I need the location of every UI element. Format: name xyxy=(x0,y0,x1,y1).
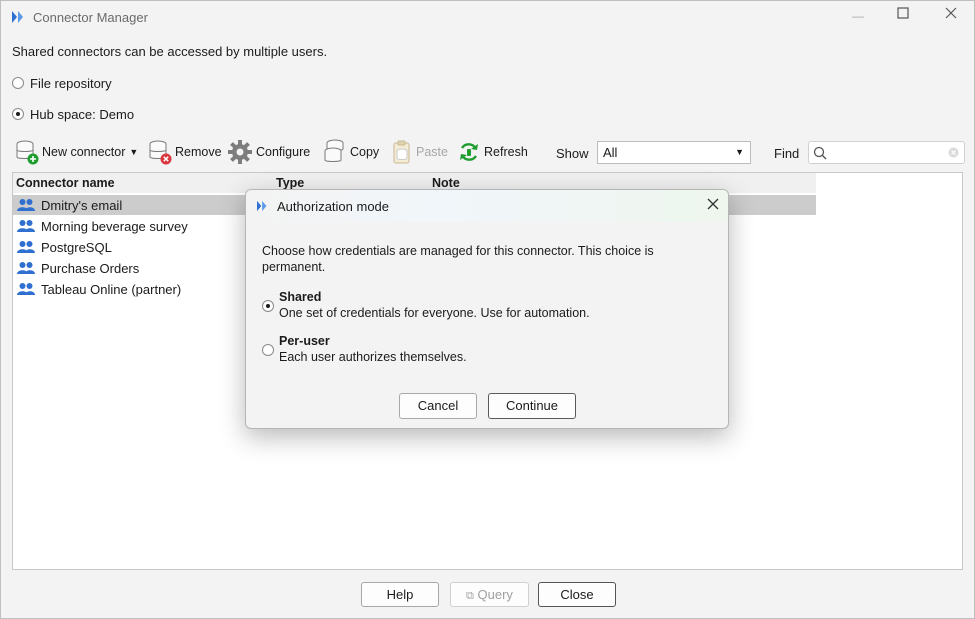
chevron-down-icon: ▼ xyxy=(735,147,744,157)
window-title: Connector Manager xyxy=(33,10,148,25)
per-user-radio[interactable] xyxy=(262,344,274,356)
copy-label: Copy xyxy=(350,145,380,159)
file-repository-label: File repository xyxy=(30,75,112,91)
configure-label: Configure xyxy=(256,145,311,159)
remove-connector-icon xyxy=(149,140,172,165)
clear-search-icon[interactable] xyxy=(948,147,959,158)
remove-button[interactable]: Remove xyxy=(148,137,222,167)
copy-button[interactable]: Copy xyxy=(323,137,379,167)
query-label: Query xyxy=(477,587,513,602)
help-button[interactable]: Help xyxy=(361,582,439,607)
cancel-button[interactable]: Cancel xyxy=(399,393,477,419)
connector-name: Tableau Online (partner) xyxy=(41,281,182,297)
close-icon[interactable] xyxy=(706,197,720,211)
per-user-option-title: Per-user xyxy=(279,334,330,348)
gear-icon xyxy=(228,140,252,164)
query-icon: ⧉ xyxy=(466,590,474,602)
shared-option[interactable]: Shared One set of credentials for everyo… xyxy=(262,290,590,320)
description-text: Shared connectors can be accessed by mul… xyxy=(12,44,328,59)
new-connector-button[interactable]: New connector ▼ xyxy=(15,137,138,167)
connector-name: Morning beverage survey xyxy=(41,218,188,234)
hub-space-label: Hub space: Demo xyxy=(30,106,135,122)
users-icon xyxy=(17,220,35,232)
users-icon xyxy=(17,262,35,274)
query-button[interactable]: ⧉ Query xyxy=(450,582,529,607)
show-filter-value: All xyxy=(603,145,618,160)
new-connector-icon xyxy=(16,140,39,165)
remove-label: Remove xyxy=(175,145,222,159)
column-note[interactable]: Note xyxy=(432,176,460,190)
new-connector-label: New connector xyxy=(42,145,126,159)
per-user-option[interactable]: Per-user Each user authorizes themselves… xyxy=(262,334,467,364)
dialog-description: Choose how credentials are managed for t… xyxy=(262,244,654,274)
per-user-option-desc: Each user authorizes themselves. xyxy=(279,350,467,364)
shared-radio[interactable] xyxy=(262,300,274,312)
app-logo-icon xyxy=(12,11,23,23)
maximize-icon xyxy=(897,7,909,19)
column-type[interactable]: Type xyxy=(276,176,304,190)
minimize-button[interactable]: — xyxy=(846,9,870,29)
close-window-button[interactable] xyxy=(939,7,963,27)
shared-option-title: Shared xyxy=(279,290,322,304)
title-bar[interactable]: Connector Manager — xyxy=(1,1,974,33)
find-input[interactable] xyxy=(808,141,965,164)
search-icon xyxy=(813,146,827,160)
connector-name: PostgreSQL xyxy=(41,239,112,255)
hub-space-radio[interactable] xyxy=(12,108,24,120)
users-icon xyxy=(17,283,35,295)
users-icon xyxy=(17,199,35,211)
close-icon xyxy=(945,7,957,19)
show-label: Show xyxy=(556,146,589,161)
users-icon xyxy=(17,241,35,253)
dialog-title-bar[interactable]: Authorization mode xyxy=(246,190,728,222)
refresh-label: Refresh xyxy=(484,145,528,159)
copy-icon xyxy=(324,139,344,162)
find-label: Find xyxy=(774,146,800,161)
chevron-down-icon: ▼ xyxy=(129,147,139,157)
file-repository-option[interactable]: File repository xyxy=(12,74,112,92)
column-connector-name[interactable]: Connector name xyxy=(16,176,115,190)
connector-name: Purchase Orders xyxy=(41,260,140,276)
paste-button[interactable]: Paste xyxy=(391,137,448,167)
app-logo-icon xyxy=(257,200,267,212)
shared-option-desc: One set of credentials for everyone. Use… xyxy=(279,306,590,320)
continue-button[interactable]: Continue xyxy=(488,393,576,419)
show-filter-select[interactable]: All ▼ xyxy=(597,141,751,164)
file-repository-radio[interactable] xyxy=(12,77,24,89)
authorization-mode-dialog: Authorization mode Choose how credential… xyxy=(245,189,729,429)
connector-name: Dmitry's email xyxy=(41,197,123,213)
dialog-title: Authorization mode xyxy=(277,199,390,214)
refresh-button[interactable]: Refresh xyxy=(457,137,528,167)
paste-label: Paste xyxy=(416,145,448,159)
hub-space-option[interactable]: Hub space: Demo xyxy=(12,105,134,123)
close-button[interactable]: Close xyxy=(538,582,616,607)
configure-button[interactable]: Configure xyxy=(227,137,310,167)
maximize-button[interactable] xyxy=(891,7,915,27)
refresh-icon xyxy=(460,143,478,161)
paste-icon xyxy=(393,140,410,164)
